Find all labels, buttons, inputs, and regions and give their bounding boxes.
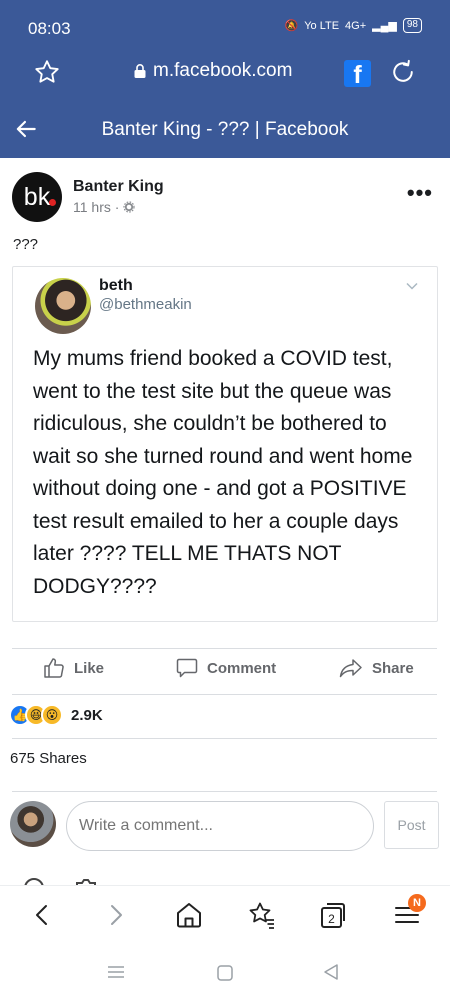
share-button[interactable]: Share [338, 656, 414, 680]
comment-label: Comment [207, 659, 277, 677]
tweet-card[interactable]: beth @bethmeakin My mums friend booked a… [12, 266, 438, 622]
comment-input[interactable] [66, 801, 374, 851]
chevron-down-icon [406, 282, 418, 290]
share-label: Share [372, 659, 414, 677]
tweet-avatar [35, 278, 91, 334]
share-arrow-icon [339, 659, 362, 678]
post-caption: ??? [13, 236, 39, 253]
browser-toolbar: 2 N [0, 885, 450, 947]
back-arrow-icon[interactable] [13, 116, 39, 142]
post-author[interactable]: Banter King [73, 178, 164, 196]
tabs-icon[interactable]: 2 [318, 900, 348, 930]
reload-icon[interactable] [389, 58, 417, 86]
post-meta: 11 hrs · [73, 199, 136, 215]
more-options-icon[interactable]: ••• [407, 180, 433, 206]
url-text: m.facebook.com [153, 60, 293, 81]
page-title-bar: Banter King - ??? | Facebook [0, 108, 450, 152]
comment-bubble-icon [176, 658, 198, 678]
bookmark-star-icon[interactable] [33, 58, 61, 86]
system-nav-bar [0, 950, 450, 1000]
signal-icon: ▂▄▆ [372, 20, 397, 32]
public-gear-icon [123, 201, 136, 213]
share-count[interactable]: 675 Shares [10, 750, 87, 767]
recents-icon[interactable] [106, 964, 126, 980]
like-label: Like [74, 659, 105, 677]
address-bar[interactable]: m.facebook.com [133, 60, 292, 82]
back-icon[interactable] [28, 900, 58, 930]
tweet-handle: @bethmeakin [99, 296, 192, 313]
battery-icon: 98 [402, 18, 422, 33]
comment-composer: Post [0, 798, 450, 854]
favorites-star-icon[interactable] [247, 900, 277, 930]
comment-button[interactable]: Comment [175, 656, 276, 680]
status-bar: 08:03 🔕 Yo LTE 4G+ ▂▄▆ 98 [0, 0, 450, 50]
divider [12, 791, 437, 792]
tab-count: 2 [328, 912, 335, 926]
home-icon[interactable] [174, 900, 204, 930]
wow-reaction-icon: 😮 [41, 704, 63, 726]
post-time[interactable]: 11 hrs · [73, 199, 119, 215]
mute-icon: 🔕 [284, 20, 299, 32]
home-nav-icon[interactable] [216, 964, 234, 982]
menu-notification-badge: N [408, 894, 426, 912]
status-icons: 🔕 Yo LTE 4G+ ▂▄▆ 98 [284, 18, 422, 33]
status-time: 08:03 [28, 19, 71, 38]
thumbs-up-icon [44, 658, 64, 678]
back-nav-icon[interactable] [322, 963, 340, 981]
reaction-count: 2.9K [71, 706, 103, 724]
network-label: 4G+ [345, 19, 367, 32]
divider [12, 694, 437, 695]
tweet-name: beth [99, 277, 133, 294]
forward-icon[interactable] [100, 900, 130, 930]
page-title: Banter King - ??? | Facebook [101, 119, 349, 140]
user-avatar [10, 801, 56, 847]
divider [12, 738, 437, 739]
url-bar: m.facebook.com f [0, 52, 450, 92]
logo-dot [49, 199, 56, 206]
lock-icon [134, 64, 146, 78]
page-avatar[interactable]: bk [12, 172, 62, 222]
reaction-summary[interactable]: 👍 😆 😮 2.9K [9, 704, 103, 726]
like-button[interactable]: Like [42, 656, 104, 680]
tweet-text: My mums friend booked a COVID test, went… [33, 347, 413, 598]
avatar-text: bk [23, 183, 51, 211]
facebook-app-icon[interactable]: f [344, 60, 371, 89]
volte-label: Yo LTE [304, 19, 340, 32]
post-comment-button[interactable]: Post [384, 801, 439, 849]
post-actions: Like Comment Share [0, 648, 450, 694]
